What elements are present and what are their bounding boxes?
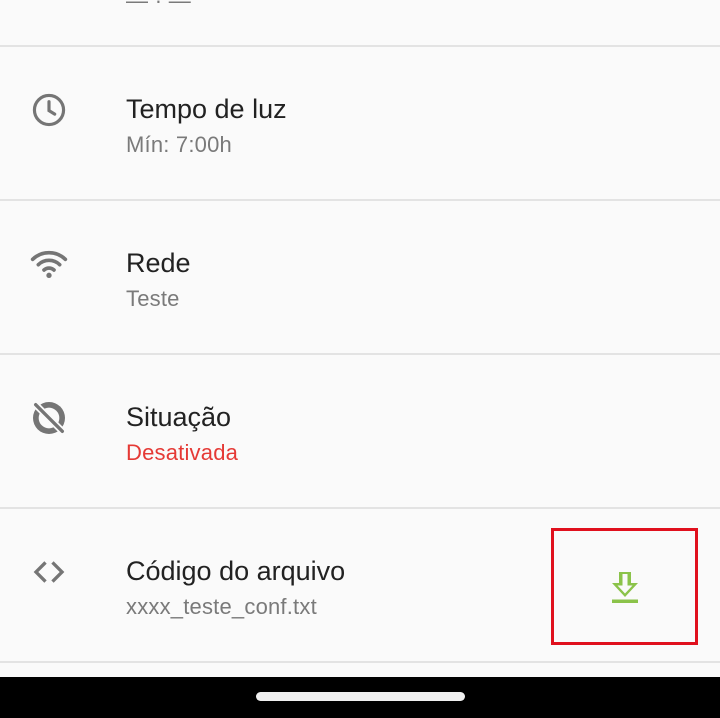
row-title: Tempo de luz xyxy=(126,94,287,124)
partial-row-bottom xyxy=(0,663,720,677)
settings-screen: — · — Tempo de luz Mín: 7:00h Rede Teste… xyxy=(0,0,720,718)
partial-row-subtitle: — · — xyxy=(126,0,192,13)
wifi-icon xyxy=(29,244,69,284)
download-icon xyxy=(611,571,638,603)
row-subtitle: Teste xyxy=(126,286,180,311)
row-tempo-de-luz[interactable]: Tempo de luz Mín: 7:00h xyxy=(0,47,720,201)
code-icon xyxy=(29,552,69,592)
row-subtitle: xxxx_teste_conf.txt xyxy=(126,594,317,619)
clock-icon xyxy=(29,90,69,130)
row-rede[interactable]: Rede Teste xyxy=(0,201,720,355)
row-subtitle: Mín: 7:00h xyxy=(126,132,232,157)
row-title: Código do arquivo xyxy=(126,556,346,586)
row-title: Rede xyxy=(126,248,191,278)
row-title: Situação xyxy=(126,402,232,432)
status-label: Desativada xyxy=(126,440,239,465)
row-situacao[interactable]: Situação Desativada xyxy=(0,355,720,509)
partial-row-top: — · — xyxy=(0,0,720,47)
sync-disabled-icon xyxy=(29,398,69,438)
home-gesture-handle[interactable] xyxy=(256,692,465,701)
system-navigation-bar xyxy=(0,677,720,718)
download-button[interactable] xyxy=(551,528,698,645)
